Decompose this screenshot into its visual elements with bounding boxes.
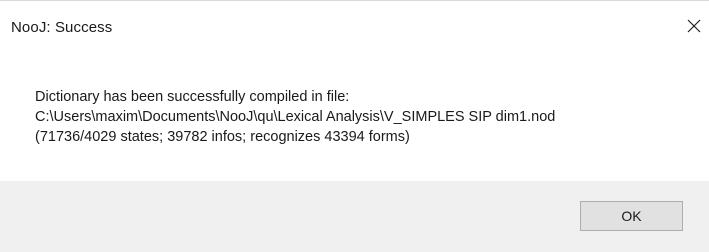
message-line-3: (71736/4029 states; 39782 infos; recogni… bbox=[35, 129, 410, 145]
message-text: Dictionary has been successfully compile… bbox=[35, 87, 555, 147]
ok-button[interactable]: OK bbox=[580, 201, 683, 231]
close-button[interactable] bbox=[679, 11, 709, 41]
dialog-content: Dictionary has been successfully compile… bbox=[0, 51, 709, 181]
close-icon bbox=[687, 19, 701, 33]
message-line-1: Dictionary has been successfully compile… bbox=[35, 89, 350, 105]
message-line-2: C:\Users\maxim\Documents\NooJ\qu\Lexical… bbox=[35, 109, 556, 125]
window-title: NooJ: Success bbox=[11, 19, 113, 36]
message-dialog: NooJ: Success Dictionary has been succes… bbox=[0, 0, 709, 252]
dialog-footer: OK bbox=[0, 181, 709, 252]
title-bar: NooJ: Success bbox=[0, 1, 709, 51]
